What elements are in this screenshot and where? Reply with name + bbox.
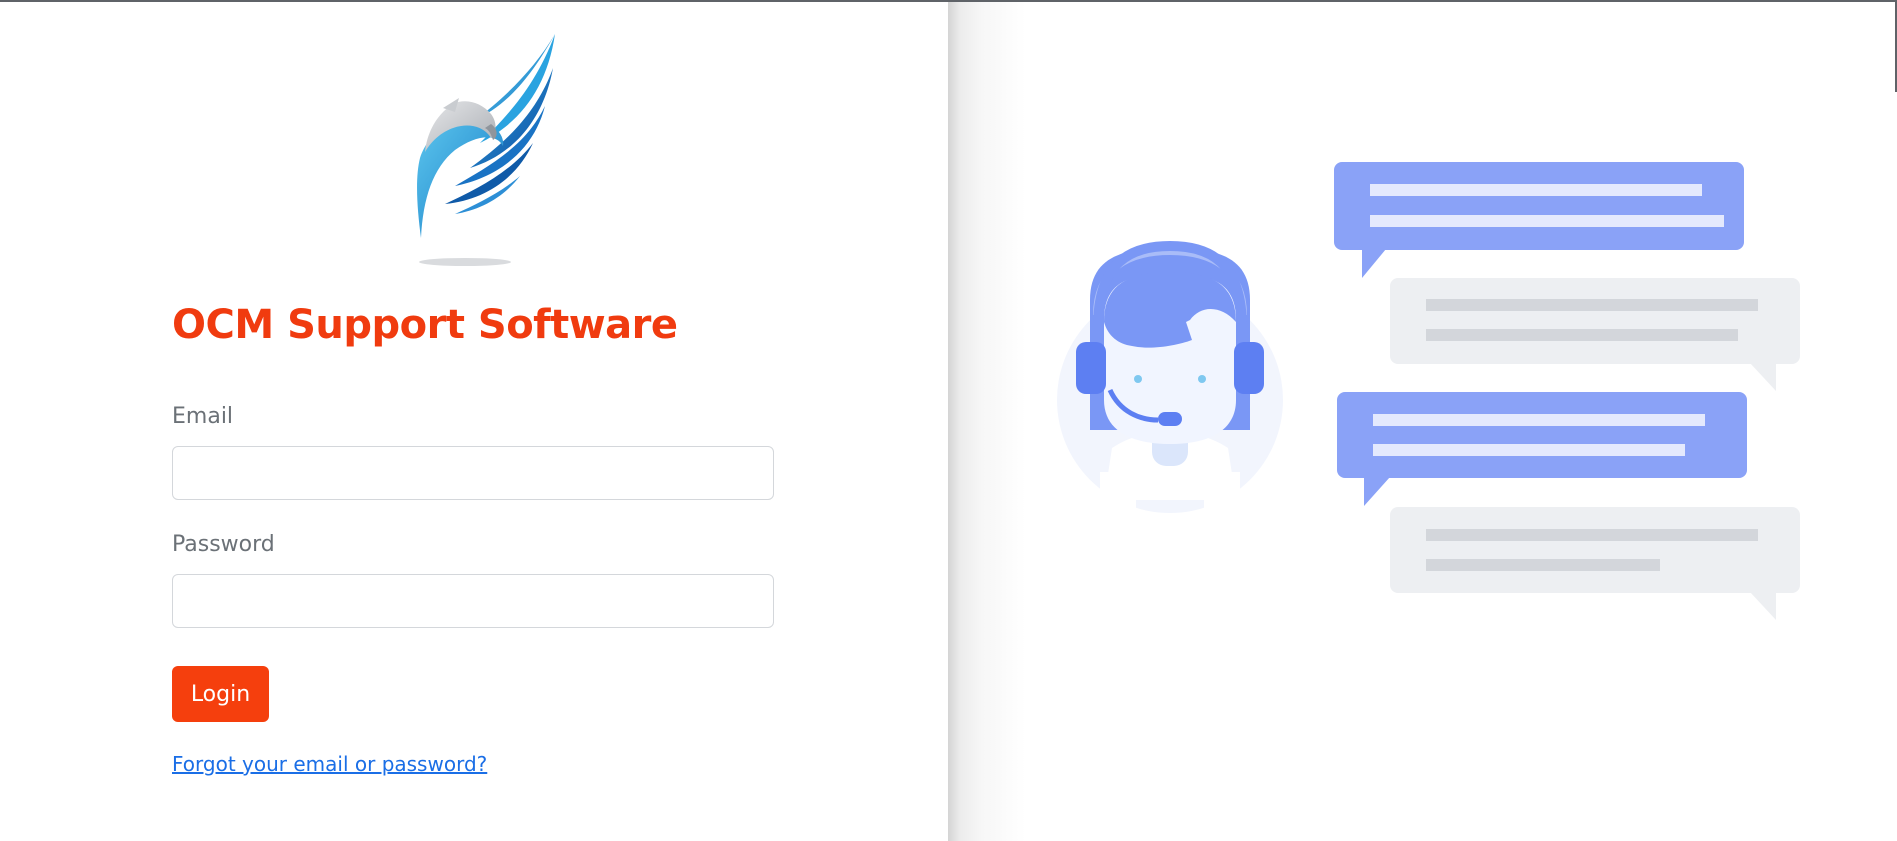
app-title: OCM Support Software xyxy=(172,302,678,348)
illustration-panel xyxy=(948,2,1897,841)
password-field[interactable] xyxy=(172,574,774,628)
email-field[interactable] xyxy=(172,446,774,500)
email-label: Email xyxy=(172,404,234,429)
password-label: Password xyxy=(172,532,275,557)
login-button[interactable]: Login xyxy=(172,666,269,722)
eagle-logo-icon xyxy=(417,34,555,266)
forgot-credentials-link[interactable]: Forgot your email or password? xyxy=(172,752,487,776)
